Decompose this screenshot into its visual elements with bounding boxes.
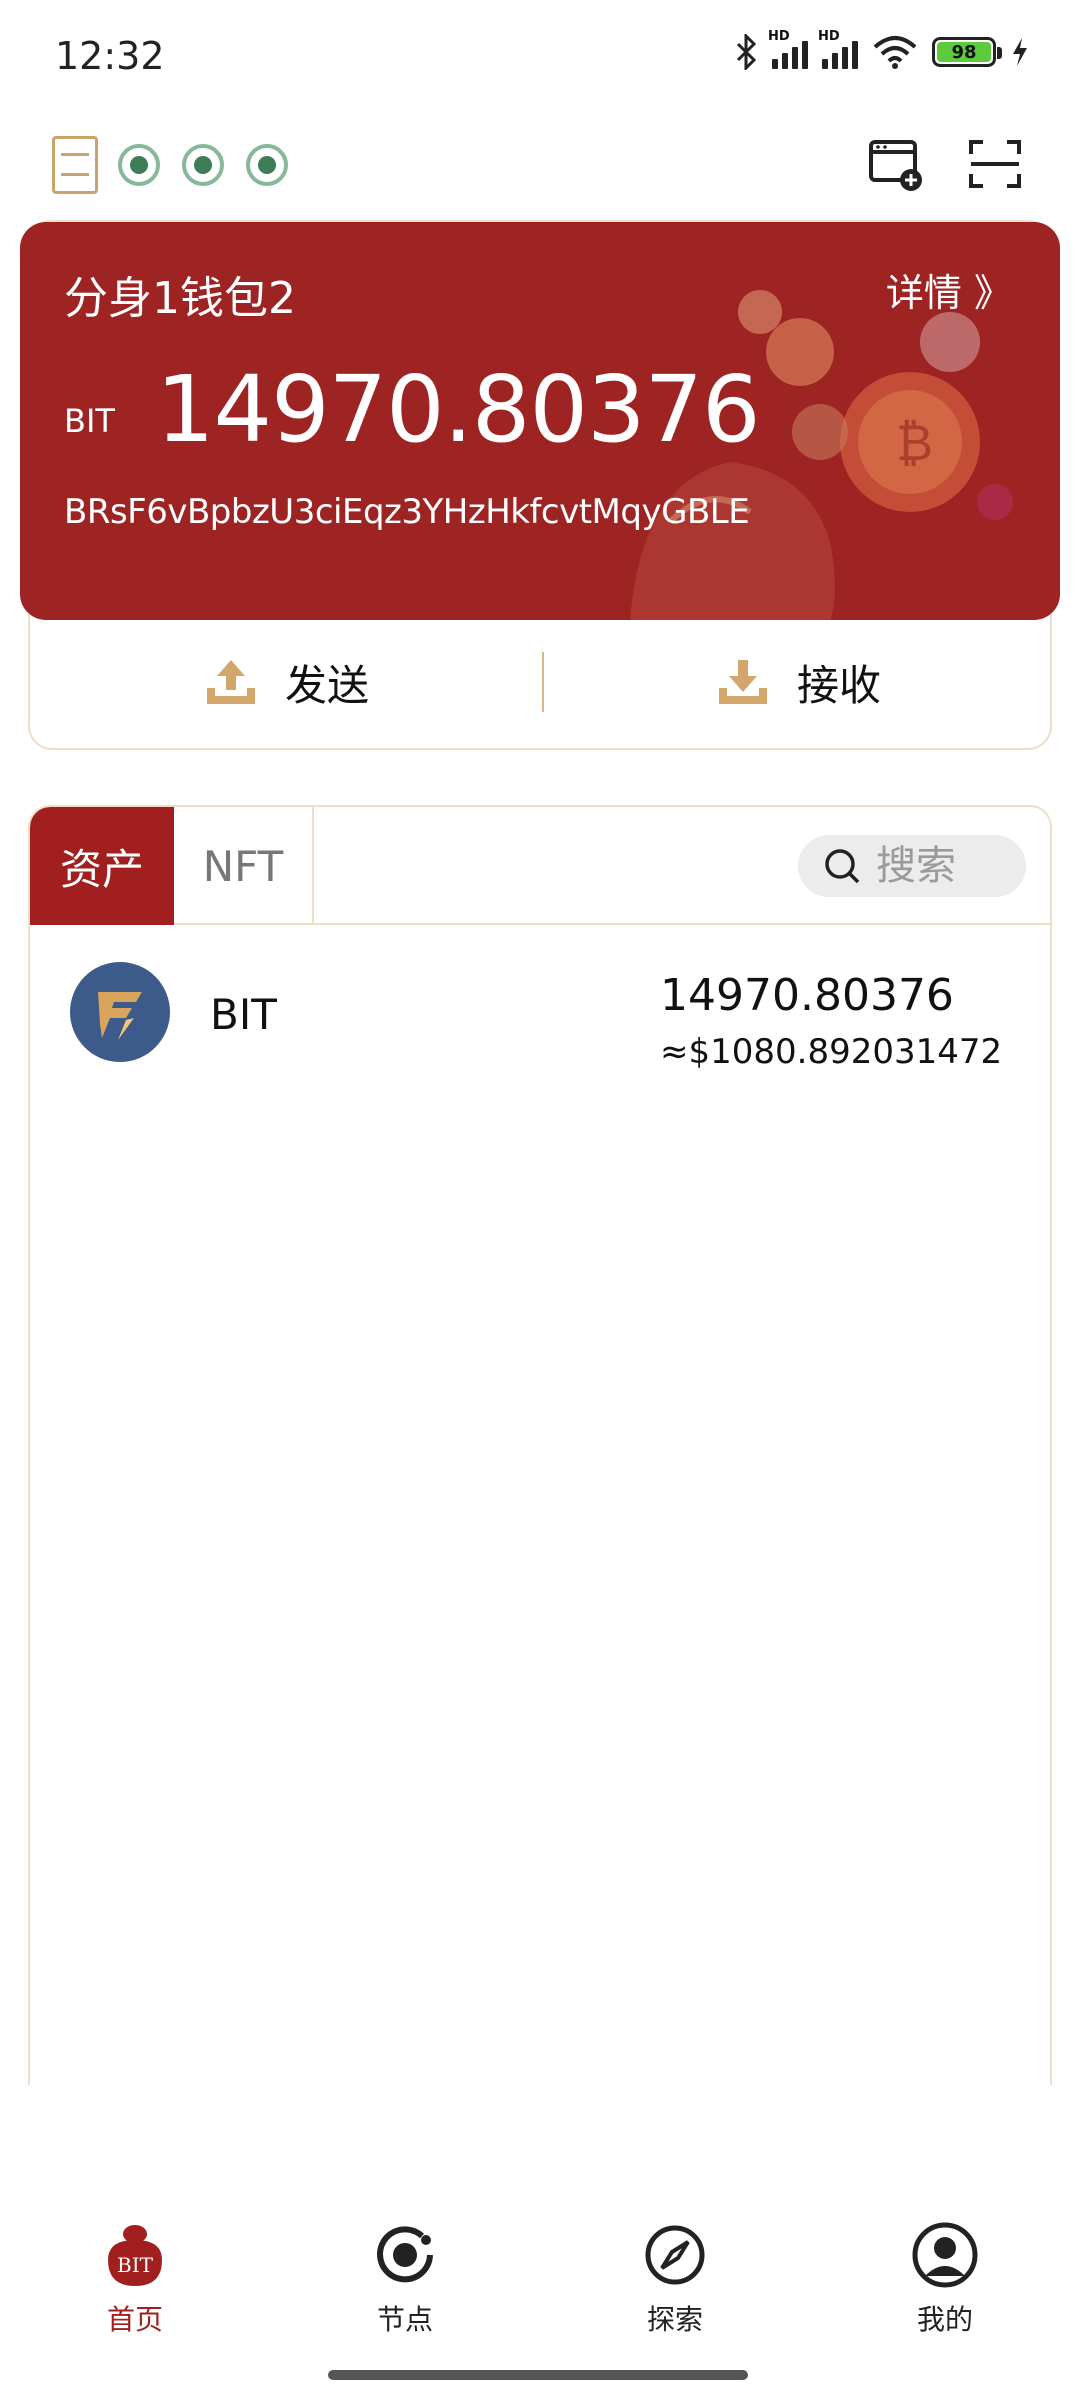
wallet-address[interactable]: BRsF6vBpbzU3ciEqz3YHzHkfcvtMqyGBLE <box>64 492 750 532</box>
bit-token-icon <box>70 962 170 1062</box>
node-icon <box>377 2226 433 2283</box>
wallet-section: ₿ 分身1钱包2 详情 》 BIT 14970.80376 BRsF6vBpbz… <box>20 220 1060 750</box>
home-bit-icon: BIT <box>108 2225 162 2286</box>
battery-icon: 98 <box>932 37 1002 67</box>
status-time: 12:32 <box>55 34 165 78</box>
wallet-card[interactable]: ₿ 分身1钱包2 详情 》 BIT 14970.80376 BRsF6vBpbz… <box>20 222 1060 620</box>
nav-mine-label: 我的 <box>916 2303 973 2336</box>
bluetooth-icon <box>736 34 757 70</box>
home-badge-text: BIT <box>117 2253 154 2277</box>
logo-seal[interactable] <box>52 136 98 194</box>
download-icon <box>718 660 767 704</box>
charging-icon <box>1013 38 1027 66</box>
nav-home[interactable]: BIT 首页 <box>0 2220 270 2350</box>
nav-home-label: 首页 <box>106 2303 163 2336</box>
receive-button[interactable]: 接收 <box>542 622 1054 742</box>
node-status-icon[interactable] <box>182 144 224 186</box>
asset-panel: 资产 NFT BIT 14970.80376 ≈$1080.892031472 <box>28 805 1052 2085</box>
send-button[interactable]: 发送 <box>30 622 542 742</box>
nav-explore-label: 探索 <box>646 2303 703 2336</box>
receive-label: 接收 <box>796 660 881 710</box>
tab-nft[interactable]: NFT <box>174 807 314 925</box>
send-label: 发送 <box>284 660 369 710</box>
token-row[interactable]: BIT 14970.80376 ≈$1080.892031472 <box>30 932 1050 1082</box>
action-divider <box>542 652 544 712</box>
balance-unit: BIT <box>64 402 115 440</box>
node-status-icon[interactable] <box>246 144 288 186</box>
search-box[interactable] <box>798 835 1026 897</box>
wallet-balance: 14970.80376 <box>156 356 761 463</box>
token-balance: 14970.80376 <box>660 970 954 1021</box>
node-status-icon[interactable] <box>118 144 160 186</box>
top-toolbar <box>0 120 1080 210</box>
svg-text:₿: ₿ <box>896 414 933 472</box>
status-icons: HD HD 98 <box>734 29 1030 70</box>
token-fiat-value: ≈$1080.892031472 <box>660 1032 1003 1072</box>
signal-icon: HD <box>818 29 858 69</box>
status-bar: 12:32 HD HD 98 <box>0 0 1080 110</box>
tab-assets[interactable]: 资产 <box>30 807 174 925</box>
add-browser-icon[interactable] <box>865 134 925 194</box>
upload-icon <box>206 660 255 704</box>
wifi-icon <box>873 36 917 69</box>
wallet-actions: 发送 接收 <box>30 622 1054 742</box>
scan-icon[interactable] <box>965 134 1025 194</box>
bottom-nav: BIT 首页 节点 探索 我的 <box>0 2220 1080 2350</box>
nav-explore[interactable]: 探索 <box>540 2220 810 2350</box>
nav-node[interactable]: 节点 <box>270 2220 540 2350</box>
search-input[interactable] <box>876 843 1026 889</box>
wallet-detail-link[interactable]: 详情 》 <box>886 262 1012 317</box>
user-icon <box>912 2222 978 2288</box>
nav-mine[interactable]: 我的 <box>810 2220 1080 2350</box>
compass-icon <box>645 2225 705 2285</box>
wallet-name: 分身1钱包2 <box>64 273 296 324</box>
node-status-group <box>118 144 288 186</box>
token-name: BIT <box>210 990 277 1039</box>
home-indicator <box>328 2370 748 2380</box>
search-icon <box>825 849 860 884</box>
battery-level: 98 <box>937 42 991 63</box>
asset-tab-bar: 资产 NFT <box>30 807 1050 925</box>
signal-icon: HD <box>768 29 808 69</box>
nav-node-label: 节点 <box>376 2303 433 2336</box>
